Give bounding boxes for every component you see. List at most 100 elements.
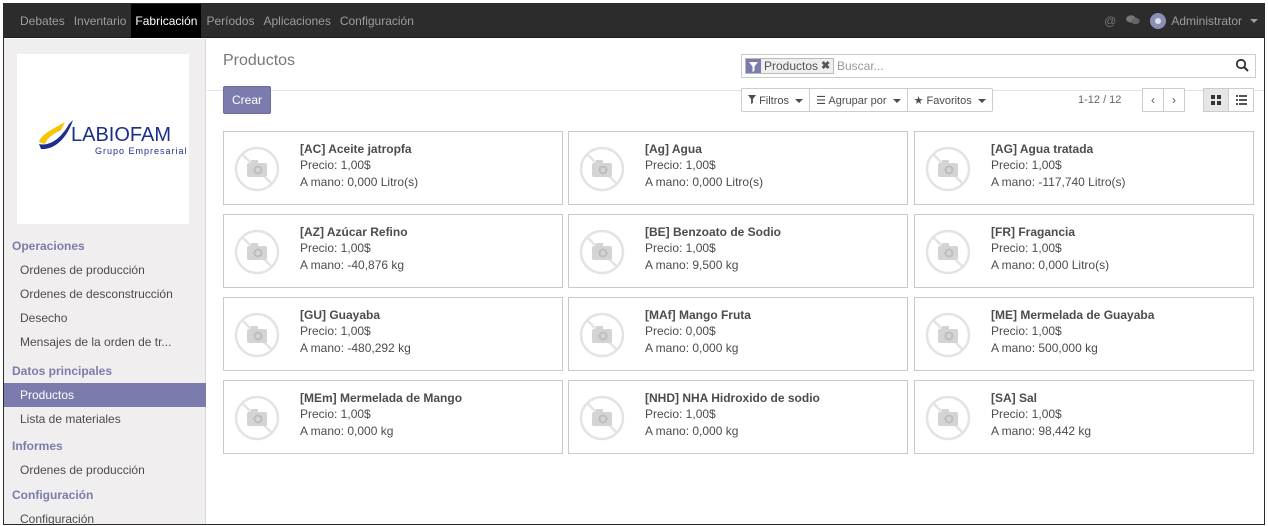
filter-icon — [748, 95, 759, 107]
product-card[interactable]: [FR] Fragancia Precio: 1,00$ A mano: 0,000… — [914, 214, 1254, 288]
pager-value[interactable]: 1-12 / 12 — [1078, 88, 1121, 112]
view-switcher — [1203, 88, 1254, 112]
product-card[interactable]: [GU] Guayaba Precio: 1,00$ A mano: -480,29… — [223, 297, 563, 371]
sidebar-section-operaciones: Operaciones Ordenes de producción Ordene… — [4, 234, 206, 354]
product-onhand: A mano: -117,740 Litro(s) — [991, 175, 1126, 189]
list-icon: ☰ — [816, 95, 826, 107]
product-price: Precio: 1,00$ — [991, 407, 1062, 421]
product-card[interactable]: [MAf] Mango Fruta Precio: 0,00$ A mano: 0,… — [568, 297, 908, 371]
sidebar-item-lista-materiales[interactable]: Lista de materiales — [4, 407, 206, 431]
star-icon: ★ — [913, 95, 924, 107]
filters-dropdown[interactable]: Filtros — [741, 88, 811, 112]
filters-label: Filtros — [759, 95, 790, 107]
product-onhand: A mano: 500,000 kg — [991, 341, 1098, 355]
favorites-dropdown[interactable]: ★ Favoritos — [906, 88, 993, 112]
sidebar-heading: Datos principales — [12, 364, 113, 378]
product-price: Precio: 1,00$ — [645, 407, 716, 421]
no-image-icon — [579, 312, 625, 358]
sidebar-item-ordenes-produccion[interactable]: Ordenes de producción — [4, 258, 206, 282]
kanban-view-icon[interactable] — [1203, 88, 1229, 112]
sidebar-item-productos[interactable]: Productos — [4, 383, 206, 407]
facet-label: Productos — [764, 59, 819, 73]
sidebar-item-ordenes-desconstruccion[interactable]: Ordenes de desconstrucción — [4, 282, 206, 306]
product-card[interactable]: [AC] Aceite jatropfa Precio: 1,00$ A mano:… — [223, 131, 563, 205]
product-onhand: A mano: 9,500 kg — [645, 258, 739, 272]
menu-aplicaciones[interactable]: Aplicaciones — [259, 4, 334, 38]
no-image-icon — [579, 229, 625, 275]
product-price: Precio: 1,00$ — [300, 241, 371, 255]
search-facet: Productos ✖ — [745, 58, 835, 74]
main-menu: Debates Inventario Fabricación Períodos … — [4, 4, 419, 38]
caret-down-icon — [977, 99, 986, 104]
sidebar-item-configuracion[interactable]: Configuración — [4, 507, 206, 524]
top-navbar: Debates Inventario Fabricación Períodos … — [4, 4, 1264, 38]
product-name: [BE] Benzoato de Sodio — [645, 225, 781, 239]
avatar — [1150, 13, 1167, 29]
menu-configuracion[interactable]: Configuración — [336, 4, 418, 38]
search-icon[interactable] — [1235, 58, 1249, 72]
no-image-icon — [234, 229, 280, 275]
sidebar: LABIOFAM Grupo Empresarial Operaciones O… — [4, 39, 206, 524]
close-icon[interactable]: ✖ — [821, 59, 833, 73]
product-card[interactable]: [NHD] NHA Hidroxido de sodio Precio: 1,00… — [568, 380, 908, 454]
product-card[interactable]: [AG] Agua tratada Precio: 1,00$ A mano: -1… — [914, 131, 1254, 205]
product-card[interactable]: [BE] Benzoato de Sodio Precio: 1,00$ A man… — [568, 214, 908, 288]
product-name: [AZ] Azúcar Refino — [300, 225, 408, 239]
search-input[interactable] — [837, 57, 1217, 75]
product-onhand: A mano: 0,000 Litro(s) — [991, 258, 1110, 272]
product-price: Precio: 1,00$ — [991, 241, 1062, 255]
product-card[interactable]: [Ag] Agua Precio: 1,00$ A mano: 0,000 Litr… — [568, 131, 908, 205]
sidebar-item-desecho[interactable]: Desecho — [4, 306, 206, 330]
caret-down-icon — [1250, 19, 1258, 23]
no-image-icon — [579, 146, 625, 192]
chevron-left-icon[interactable]: ‹ — [1142, 88, 1164, 112]
menu-fabricacion[interactable]: Fabricación — [131, 4, 202, 38]
user-name: Administrator — [1171, 14, 1242, 28]
at-icon[interactable]: @ — [1104, 14, 1116, 28]
product-card[interactable]: [ME] Mermelada de Guayaba Precio: 1,00$ A … — [914, 297, 1254, 371]
product-price: Precio: 1,00$ — [991, 324, 1062, 338]
product-price: Precio: 1,00$ — [300, 158, 371, 172]
product-price: Precio: 1,00$ — [300, 324, 371, 338]
sidebar-heading: Informes — [12, 439, 63, 453]
labiofam-logo: LABIOFAM Grupo Empresarial — [39, 120, 187, 156]
product-name: [MEm] Mermelada de Mango — [300, 391, 463, 405]
menu-periodos[interactable]: Períodos — [202, 4, 258, 38]
no-image-icon — [925, 229, 971, 275]
main-content: Productos Crear Productos ✖ Filtros — [207, 39, 1264, 524]
product-onhand: A mano: -480,292 kg — [300, 341, 411, 355]
product-name: [NHD] NHA Hidroxido de sodio — [645, 391, 820, 405]
page-title: Productos — [223, 52, 296, 69]
product-card[interactable]: [MEm] Mermelada de Mango Precio: 1,00$ A m… — [223, 380, 563, 454]
sidebar-heading: Configuración — [12, 488, 94, 502]
product-onhand: A mano: 0,000 kg — [645, 341, 739, 355]
create-button[interactable]: Crear — [223, 86, 271, 114]
product-name: [AC] Aceite jatropfa — [300, 142, 412, 156]
no-image-icon — [925, 312, 971, 358]
product-name: [ME] Mermelada de Guayaba — [991, 308, 1155, 322]
menu-inventario[interactable]: Inventario — [70, 4, 131, 38]
product-card[interactable]: [SA] Sal Precio: 1,00$ A mano: 98,442 kg — [914, 380, 1254, 454]
product-name: [SA] Sal — [991, 391, 1038, 405]
no-image-icon — [925, 395, 971, 441]
user-menu[interactable]: Administrator — [1150, 13, 1258, 29]
chevron-right-icon[interactable]: › — [1163, 88, 1185, 112]
filter-icon — [746, 59, 761, 73]
no-image-icon — [234, 395, 280, 441]
chat-icon[interactable] — [1126, 14, 1141, 29]
groupby-dropdown[interactable]: ☰ Agrupar por — [809, 88, 908, 112]
sidebar-item-informes-ordenes[interactable]: Ordenes de producción — [4, 458, 206, 482]
favorites-label: Favoritos — [926, 95, 972, 107]
list-view-icon[interactable] — [1228, 88, 1254, 112]
product-onhand: A mano: 0,000 kg — [300, 424, 394, 438]
product-price: Precio: 1,00$ — [300, 407, 371, 421]
product-name: [GU] Guayaba — [300, 308, 381, 322]
product-onhand: A mano: -40,876 kg — [300, 258, 405, 272]
product-onhand: A mano: 0,000 kg — [645, 424, 739, 438]
caret-down-icon — [892, 99, 901, 104]
menu-debates[interactable]: Debates — [16, 4, 69, 38]
topbar-right: @ Administrator — [1104, 4, 1258, 38]
groupby-label: Agrupar por — [828, 95, 887, 107]
sidebar-item-mensajes[interactable]: Mensajes de la orden de tr... — [4, 330, 206, 354]
product-card[interactable]: [AZ] Azúcar Refino Precio: 1,00$ A mano: -… — [223, 214, 563, 288]
